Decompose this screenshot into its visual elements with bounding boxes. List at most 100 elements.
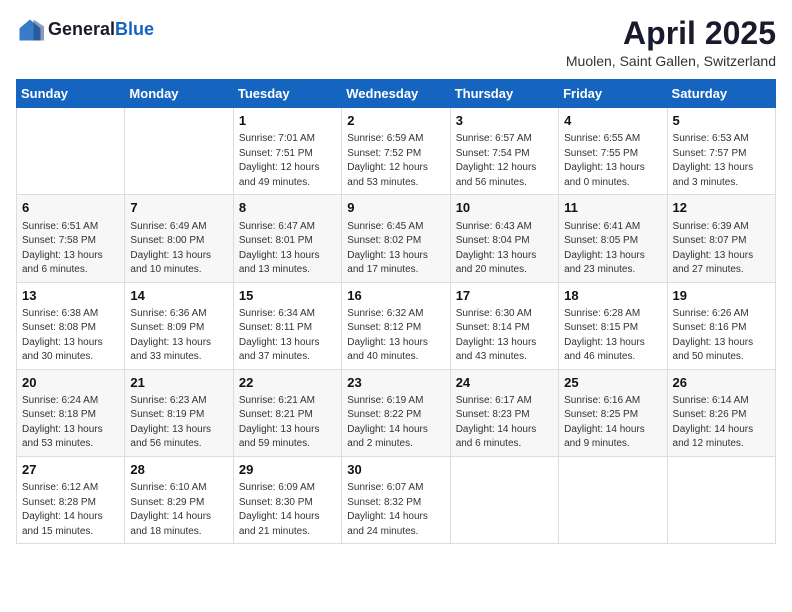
day-info: Sunrise: 6:12 AM Sunset: 8:28 PM Dayligh… [22, 481, 119, 539]
day-number: 21 [130, 374, 227, 392]
day-info: Sunrise: 6:21 AM Sunset: 8:21 PM Dayligh… [239, 394, 336, 452]
page-header: GeneralBlue April 2025 Muolen, Saint Gal… [16, 16, 776, 69]
calendar-cell: 14 Sunrise: 6:36 AM Sunset: 8:09 PM Dayli… [125, 282, 233, 369]
weekday-header-thursday: Thursday [450, 80, 558, 108]
calendar-cell: 8 Sunrise: 6:47 AM Sunset: 8:01 PM Daylig… [233, 195, 341, 282]
calendar-cell [559, 456, 667, 543]
day-number: 3 [456, 112, 553, 130]
day-number: 15 [239, 287, 336, 305]
logo-text: GeneralBlue [48, 20, 154, 40]
day-info: Sunrise: 6:09 AM Sunset: 8:30 PM Dayligh… [239, 481, 336, 539]
day-info: Sunrise: 6:17 AM Sunset: 8:23 PM Dayligh… [456, 394, 553, 452]
weekday-header-monday: Monday [125, 80, 233, 108]
day-info: Sunrise: 6:34 AM Sunset: 8:11 PM Dayligh… [239, 307, 336, 365]
calendar-cell: 5 Sunrise: 6:53 AM Sunset: 7:57 PM Daylig… [667, 108, 775, 195]
day-info: Sunrise: 6:51 AM Sunset: 7:58 PM Dayligh… [22, 220, 119, 278]
day-info: Sunrise: 6:49 AM Sunset: 8:00 PM Dayligh… [130, 220, 227, 278]
calendar-cell: 10Sunrise: 6:43 AM Sunset: 8:04 PM Dayli… [450, 195, 558, 282]
day-info: Sunrise: 6:36 AM Sunset: 8:09 PM Dayligh… [130, 307, 227, 365]
day-number: 12 [673, 199, 770, 217]
month-title: April 2025 [566, 16, 776, 51]
day-info: Sunrise: 6:45 AM Sunset: 8:02 PM Dayligh… [347, 220, 444, 278]
calendar-cell: 4 Sunrise: 6:55 AM Sunset: 7:55 PM Daylig… [559, 108, 667, 195]
calendar-table: SundayMondayTuesdayWednesdayThursdayFrid… [16, 79, 776, 544]
day-info: Sunrise: 6:07 AM Sunset: 8:32 PM Dayligh… [347, 481, 444, 539]
day-number: 17 [456, 287, 553, 305]
day-number: 19 [673, 287, 770, 305]
day-number: 2 [347, 112, 444, 130]
calendar-cell: 1 Sunrise: 7:01 AM Sunset: 7:51 PM Daylig… [233, 108, 341, 195]
day-number: 5 [673, 112, 770, 130]
day-info: Sunrise: 6:26 AM Sunset: 8:16 PM Dayligh… [673, 307, 770, 365]
calendar-cell: 13 Sunrise: 6:38 AM Sunset: 8:08 PM Dayli… [17, 282, 125, 369]
day-info: Sunrise: 7:01 AM Sunset: 7:51 PM Dayligh… [239, 132, 336, 190]
calendar-cell: 19 Sunrise: 6:26 AM Sunset: 8:16 PM Dayli… [667, 282, 775, 369]
calendar-cell: 6 Sunrise: 6:51 AM Sunset: 7:58 PM Daylig… [17, 195, 125, 282]
weekday-header-friday: Friday [559, 80, 667, 108]
calendar-cell: 12 Sunrise: 6:39 AM Sunset: 8:07 PM Dayli… [667, 195, 775, 282]
day-info: Sunrise: 6:14 AM Sunset: 8:26 PM Dayligh… [673, 394, 770, 452]
day-number: 8 [239, 199, 336, 217]
location: Muolen, Saint Gallen, Switzerland [566, 53, 776, 69]
logo-blue: Blue [115, 19, 154, 39]
calendar-cell: 23Sunrise: 6:19 AM Sunset: 8:22 PM Dayli… [342, 369, 450, 456]
calendar-cell: 7 Sunrise: 6:49 AM Sunset: 8:00 PM Daylig… [125, 195, 233, 282]
weekday-header-sunday: Sunday [17, 80, 125, 108]
day-number: 10 [456, 199, 553, 217]
calendar-cell: 25Sunrise: 6:16 AM Sunset: 8:25 PM Dayli… [559, 369, 667, 456]
day-number: 30 [347, 461, 444, 479]
calendar-cell: 24 Sunrise: 6:17 AM Sunset: 8:23 PM Dayli… [450, 369, 558, 456]
day-info: Sunrise: 6:28 AM Sunset: 8:15 PM Dayligh… [564, 307, 661, 365]
day-number: 29 [239, 461, 336, 479]
day-info: Sunrise: 6:24 AM Sunset: 8:18 PM Dayligh… [22, 394, 119, 452]
day-number: 1 [239, 112, 336, 130]
day-number: 28 [130, 461, 227, 479]
day-number: 16 [347, 287, 444, 305]
day-number: 26 [673, 374, 770, 392]
day-number: 13 [22, 287, 119, 305]
calendar-week-row: 6 Sunrise: 6:51 AM Sunset: 7:58 PM Daylig… [17, 195, 776, 282]
day-info: Sunrise: 6:10 AM Sunset: 8:29 PM Dayligh… [130, 481, 227, 539]
calendar-cell: 16 Sunrise: 6:32 AM Sunset: 8:12 PM Dayli… [342, 282, 450, 369]
day-number: 24 [456, 374, 553, 392]
calendar-cell [17, 108, 125, 195]
logo: GeneralBlue [16, 16, 154, 44]
day-number: 14 [130, 287, 227, 305]
day-number: 18 [564, 287, 661, 305]
calendar-cell: 21Sunrise: 6:23 AM Sunset: 8:19 PM Dayli… [125, 369, 233, 456]
day-number: 22 [239, 374, 336, 392]
day-info: Sunrise: 6:39 AM Sunset: 8:07 PM Dayligh… [673, 220, 770, 278]
weekday-header-row: SundayMondayTuesdayWednesdayThursdayFrid… [17, 80, 776, 108]
calendar-week-row: 20Sunrise: 6:24 AM Sunset: 8:18 PM Dayli… [17, 369, 776, 456]
calendar-cell: 11Sunrise: 6:41 AM Sunset: 8:05 PM Dayli… [559, 195, 667, 282]
day-number: 4 [564, 112, 661, 130]
day-info: Sunrise: 6:19 AM Sunset: 8:22 PM Dayligh… [347, 394, 444, 452]
calendar-cell [450, 456, 558, 543]
day-info: Sunrise: 6:30 AM Sunset: 8:14 PM Dayligh… [456, 307, 553, 365]
calendar-week-row: 27 Sunrise: 6:12 AM Sunset: 8:28 PM Dayli… [17, 456, 776, 543]
day-info: Sunrise: 6:59 AM Sunset: 7:52 PM Dayligh… [347, 132, 444, 190]
calendar-cell: 15 Sunrise: 6:34 AM Sunset: 8:11 PM Dayli… [233, 282, 341, 369]
calendar-week-row: 1 Sunrise: 7:01 AM Sunset: 7:51 PM Daylig… [17, 108, 776, 195]
calendar-cell: 28 Sunrise: 6:10 AM Sunset: 8:29 PM Dayli… [125, 456, 233, 543]
day-number: 9 [347, 199, 444, 217]
calendar-cell [125, 108, 233, 195]
day-info: Sunrise: 6:53 AM Sunset: 7:57 PM Dayligh… [673, 132, 770, 190]
day-number: 27 [22, 461, 119, 479]
logo-icon [16, 16, 44, 44]
calendar-cell: 29 Sunrise: 6:09 AM Sunset: 8:30 PM Dayli… [233, 456, 341, 543]
day-info: Sunrise: 6:57 AM Sunset: 7:54 PM Dayligh… [456, 132, 553, 190]
calendar-cell: 9 Sunrise: 6:45 AM Sunset: 8:02 PM Daylig… [342, 195, 450, 282]
calendar-cell: 20Sunrise: 6:24 AM Sunset: 8:18 PM Dayli… [17, 369, 125, 456]
calendar-cell [667, 456, 775, 543]
day-info: Sunrise: 6:47 AM Sunset: 8:01 PM Dayligh… [239, 220, 336, 278]
day-info: Sunrise: 6:38 AM Sunset: 8:08 PM Dayligh… [22, 307, 119, 365]
weekday-header-tuesday: Tuesday [233, 80, 341, 108]
day-number: 7 [130, 199, 227, 217]
calendar-cell: 26 Sunrise: 6:14 AM Sunset: 8:26 PM Dayli… [667, 369, 775, 456]
day-info: Sunrise: 6:32 AM Sunset: 8:12 PM Dayligh… [347, 307, 444, 365]
weekday-header-wednesday: Wednesday [342, 80, 450, 108]
title-block: April 2025 Muolen, Saint Gallen, Switzer… [566, 16, 776, 69]
day-info: Sunrise: 6:55 AM Sunset: 7:55 PM Dayligh… [564, 132, 661, 190]
day-number: 6 [22, 199, 119, 217]
